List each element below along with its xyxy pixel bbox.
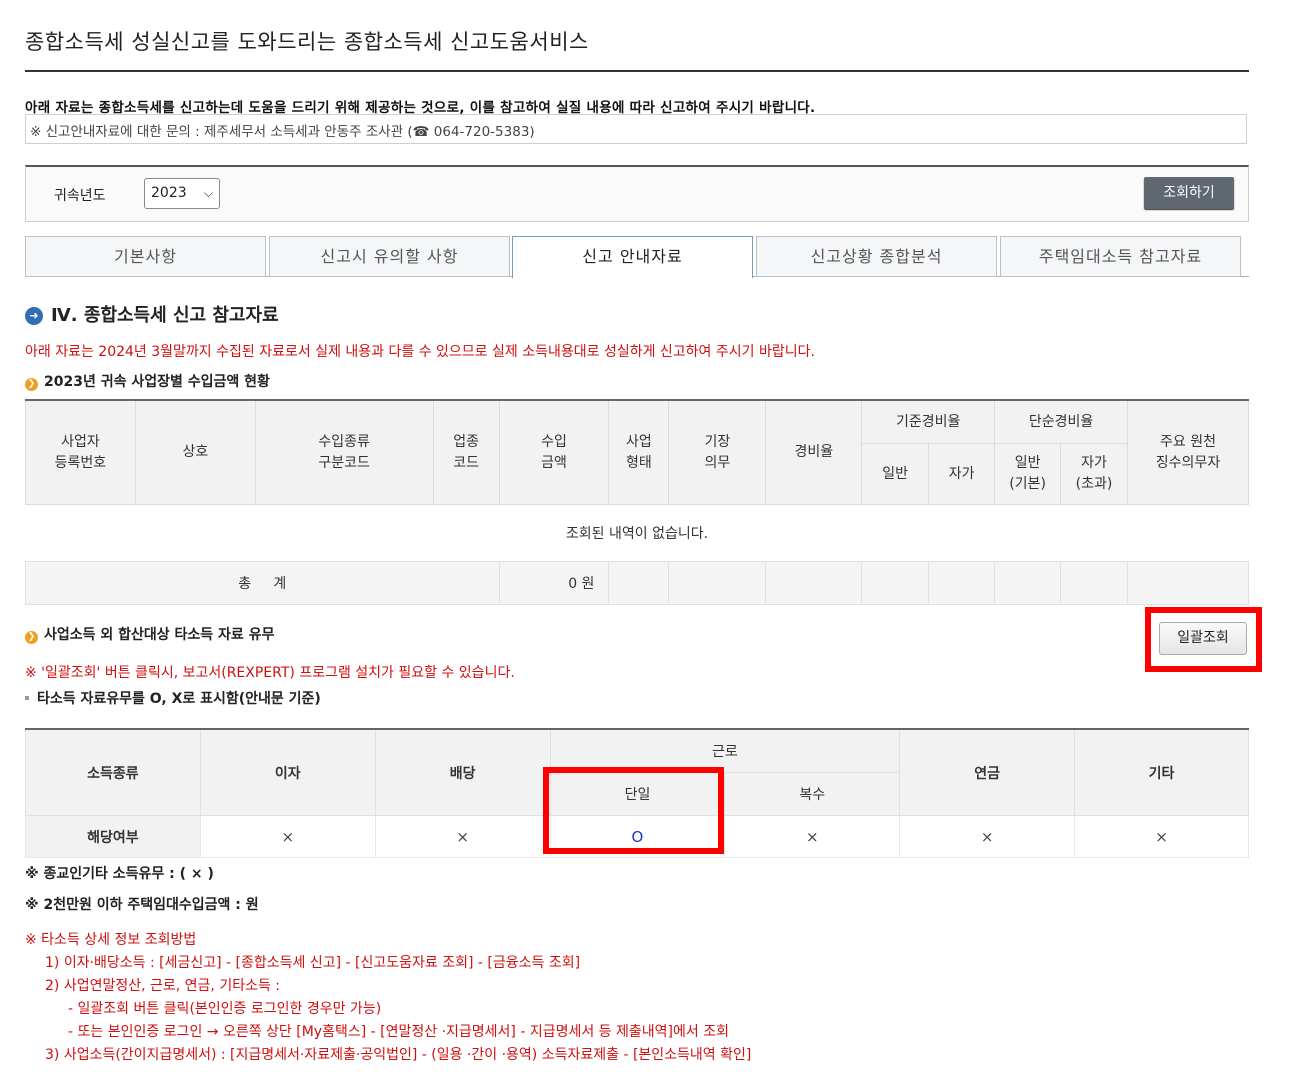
empty-message: 조회된 내역이 없습니다. <box>25 504 1249 562</box>
th-simple-own: 자가 (초과) <box>1060 443 1128 505</box>
total-cell <box>668 561 767 605</box>
cell-interest: × <box>199 815 376 858</box>
th-labor: 근로 <box>549 729 901 773</box>
cell-pension: × <box>899 815 1076 858</box>
bullet-arrow-icon: ❯ <box>25 631 38 644</box>
business-heading: ❯ 2023년 귀속 사업장별 수입금액 현황 <box>25 371 270 391</box>
row-label: 해당여부 <box>25 815 201 858</box>
business-heading-text: 2023년 귀속 사업장별 수입금액 현황 <box>44 374 270 390</box>
chevron-down-icon: ⌵ <box>203 186 213 200</box>
ox-note: 타소득 자료유무를 O, X로 표시함(안내문 기준) <box>25 688 321 708</box>
th-interest: 이자 <box>199 729 376 816</box>
bulk-note: ※ '일괄조회' 버튼 클릭시, 보고서(REXPERT) 프로그램 설치가 필… <box>25 665 515 681</box>
other-income-heading-text: 사업소득 외 합산대상 타소득 자료 유무 <box>44 627 275 643</box>
inquiry-box: ※ 신고안내자료에 대한 문의 : 제주세무서 소득세과 안동주 조사관 (☎ … <box>25 114 1247 144</box>
total-row: 총 계 0 원 <box>25 561 1249 605</box>
total-cell <box>1060 561 1128 605</box>
total-cell <box>994 561 1062 605</box>
notice-text: 아래 자료는 종합소득세를 신고하는데 도움을 드리기 위해 제공하는 것으로,… <box>25 100 816 116</box>
disclaimer-text: 아래 자료는 2024년 3월말까지 수집된 자료로서 실제 내용과 다를 수 … <box>25 344 815 360</box>
th-standard-rate: 기준경비율 <box>861 400 996 444</box>
tab-cautions[interactable]: 신고시 유의할 사항 <box>269 236 510 277</box>
business-income-table: 사업자 등록번호 상호 수입종류 구분코드 업종 코드 수입 금액 사업 형태 기장 의무 … <box>25 399 1249 605</box>
howto-line: 2) 사업연말정산, 근로, 연금, 기타소득 : <box>45 978 281 994</box>
bullet-arrow-icon: ❯ <box>25 378 38 391</box>
cell-dividend: × <box>374 815 551 858</box>
th-other: 기타 <box>1074 729 1249 816</box>
other-income-heading: ❯ 사업소득 외 합산대상 타소득 자료 유무 <box>25 624 274 644</box>
howto-line: - 또는 본인인증 로그인 → 오른쪽 상단 [My홈택스] - [연말정산 ·… <box>68 1024 729 1040</box>
ox-note-text: 타소득 자료유무를 O, X로 표시함(안내문 기준) <box>37 691 321 707</box>
total-label: 총 계 <box>25 561 500 605</box>
section-heading: ➜ Ⅳ. 종합소득세 신고 참고자료 <box>25 301 279 327</box>
th-expense-rate: 경비율 <box>765 400 863 505</box>
th-reg-no: 사업자 등록번호 <box>25 400 136 505</box>
religious-note: ※ 종교인기타 소득유무 : ( × ) <box>25 866 214 882</box>
howto-title: ※ 타소득 상세 정보 조회방법 <box>25 932 197 948</box>
search-button[interactable]: 조회하기 <box>1144 177 1234 209</box>
square-bullet-icon <box>25 696 29 700</box>
total-cell <box>1127 561 1249 605</box>
th-trade-name: 상호 <box>134 400 256 505</box>
highlight-box <box>543 767 724 854</box>
total-cell <box>608 561 670 605</box>
total-amount: 0 원 <box>498 561 610 605</box>
th-income-type: 소득종류 <box>25 729 201 816</box>
th-simple-rate: 단순경비율 <box>994 400 1128 444</box>
tab-analysis[interactable]: 신고상황 종합분석 <box>756 236 997 277</box>
howto-line: 1) 이자·배당소득 : [세금신고] - [종합소득세 신고] - [신고도움… <box>45 955 581 971</box>
tab-rental[interactable]: 주택임대소득 참고자료 <box>1000 236 1241 277</box>
cell-other: × <box>1074 815 1249 858</box>
th-income-code: 수입종류 구분코드 <box>254 400 434 505</box>
th-pension: 연금 <box>899 729 1076 816</box>
th-std-own: 자가 <box>928 443 996 505</box>
cell-labor-multiple: × <box>724 815 901 858</box>
highlight-box <box>1145 607 1262 672</box>
total-cell <box>861 561 930 605</box>
total-cell <box>765 561 863 605</box>
th-biz-type: 사업 형태 <box>608 400 670 505</box>
tab-basic[interactable]: 기본사항 <box>25 236 266 277</box>
th-withholder: 주요 원천 징수의무자 <box>1127 400 1249 505</box>
th-std-general: 일반 <box>861 443 930 505</box>
year-select-value: 2023 <box>151 185 187 201</box>
page-title: 종합소득세 성실신고를 도와드리는 종합소득세 신고도움서비스 <box>25 30 589 54</box>
arrow-right-icon: ➜ <box>25 307 43 325</box>
total-cell <box>928 561 996 605</box>
th-bookkeeping: 기장 의무 <box>668 400 767 505</box>
year-select[interactable]: 2023 ⌵ <box>144 178 220 209</box>
title-divider <box>25 70 1249 72</box>
th-simple-general: 일반 (기본) <box>994 443 1062 505</box>
rental-note: ※ 2천만원 이하 주택임대수입금액 : 원 <box>25 897 259 913</box>
section-title: Ⅳ. 종합소득세 신고 참고자료 <box>51 305 279 326</box>
year-label: 귀속년도 <box>54 188 106 204</box>
th-labor-multiple: 복수 <box>724 772 901 816</box>
howto-line: - 일괄조회 버튼 클릭(본인인증 로그인한 경우만 가능) <box>68 1001 382 1017</box>
tab-guide-data[interactable]: 신고 안내자료 <box>512 236 753 278</box>
th-income-amount: 수입 금액 <box>498 400 610 505</box>
th-dividend: 배당 <box>374 729 551 816</box>
th-industry-code: 업종 코드 <box>432 400 500 505</box>
howto-line: 3) 사업소득(간이지급명세서) : [지급명세서·자료제출·공익법인] - (… <box>45 1047 752 1063</box>
